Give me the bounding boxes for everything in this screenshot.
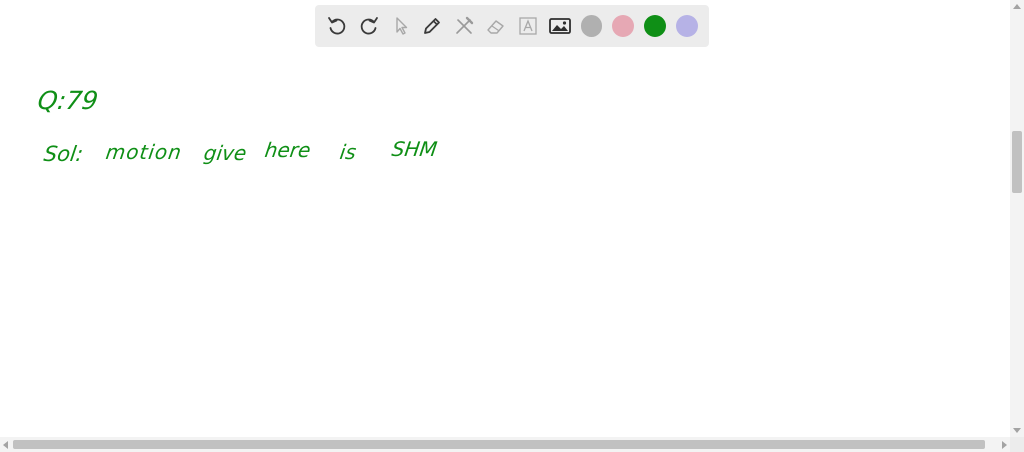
tools-icon xyxy=(456,16,474,34)
redo-icon xyxy=(360,17,378,35)
color-swatch-green[interactable] xyxy=(644,15,667,37)
image-icon xyxy=(548,18,571,34)
scroll-down-icon[interactable] xyxy=(1013,428,1021,433)
tools-button[interactable] xyxy=(448,10,480,42)
pointer-icon xyxy=(395,17,407,35)
scroll-up-icon[interactable] xyxy=(1013,4,1021,9)
pen-icon xyxy=(424,18,441,34)
horizontal-scroll-thumb[interactable] xyxy=(13,440,985,449)
note-word: give xyxy=(202,141,249,165)
undo-button[interactable] xyxy=(321,10,353,42)
note-word: here xyxy=(263,138,313,162)
text-icon xyxy=(519,17,537,35)
scroll-left-icon[interactable] xyxy=(3,441,8,449)
vertical-scrollbar[interactable] xyxy=(1010,0,1024,437)
pointer-button[interactable] xyxy=(385,10,417,42)
text-button[interactable] xyxy=(512,10,544,42)
note-solution-label: Sol: xyxy=(42,142,85,166)
drawing-toolbar xyxy=(315,5,709,47)
eraser-icon xyxy=(487,20,504,34)
note-word: is xyxy=(338,140,358,164)
undo-icon xyxy=(328,17,346,35)
eraser-button[interactable] xyxy=(480,10,512,42)
note-word: motion xyxy=(104,140,184,164)
whiteboard-canvas[interactable]: Q:79 Sol: motion give here is SHM xyxy=(0,0,1010,437)
scrollbar-corner xyxy=(1010,437,1024,452)
pen-button[interactable] xyxy=(416,10,448,42)
color-swatch-lavender[interactable] xyxy=(676,15,698,37)
redo-button[interactable] xyxy=(353,10,385,42)
horizontal-scrollbar[interactable] xyxy=(0,437,1010,452)
color-swatch-gray[interactable] xyxy=(580,15,603,37)
image-button[interactable] xyxy=(544,10,576,42)
vertical-scroll-thumb[interactable] xyxy=(1012,131,1022,193)
note-word: SHM xyxy=(390,137,439,161)
scroll-right-icon[interactable] xyxy=(1002,441,1007,449)
note-question-number: Q:79 xyxy=(35,86,100,115)
color-swatch-pink[interactable] xyxy=(612,15,635,37)
